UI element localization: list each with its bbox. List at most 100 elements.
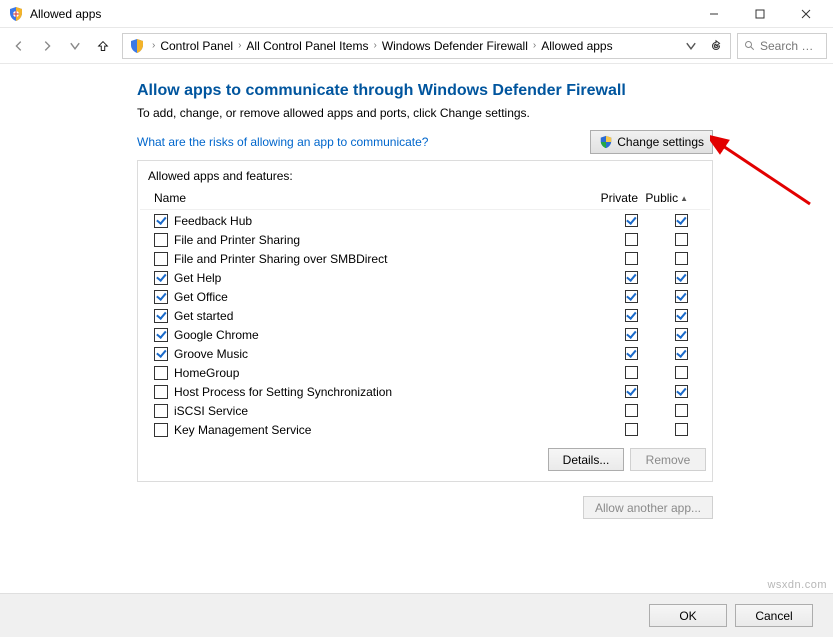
table-row[interactable]: Feedback Hub <box>140 211 710 230</box>
row-private-checkbox[interactable] <box>625 404 638 417</box>
group-label: Allowed apps and features: <box>140 163 710 187</box>
row-name: Get started <box>174 309 606 323</box>
title-bar: Allowed apps <box>0 0 833 28</box>
page-subtext: To add, change, or remove allowed apps a… <box>137 106 833 120</box>
row-private-checkbox[interactable] <box>625 385 638 398</box>
location-icon <box>129 38 145 54</box>
row-public-checkbox[interactable] <box>675 290 688 303</box>
search-input[interactable]: Search Co... <box>737 33 827 59</box>
row-private-checkbox[interactable] <box>625 290 638 303</box>
chevron-right-icon[interactable]: › <box>370 40 379 51</box>
row-private-checkbox[interactable] <box>625 347 638 360</box>
row-public-checkbox[interactable] <box>675 271 688 284</box>
row-public-checkbox[interactable] <box>675 404 688 417</box>
table-row[interactable]: Host Process for Setting Synchronization <box>140 382 710 401</box>
remove-button[interactable]: Remove <box>630 448 706 471</box>
ok-button[interactable]: OK <box>649 604 727 627</box>
chevron-right-icon[interactable]: › <box>530 40 539 51</box>
row-name: Host Process for Setting Synchronization <box>174 385 606 399</box>
row-enable-checkbox[interactable] <box>154 271 168 285</box>
search-icon <box>744 40 756 52</box>
table-row[interactable]: Get started <box>140 306 710 325</box>
forward-button[interactable] <box>34 33 60 59</box>
row-enable-checkbox[interactable] <box>154 366 168 380</box>
column-public[interactable]: Public▲ <box>638 191 688 205</box>
search-placeholder: Search Co... <box>760 39 820 53</box>
minimize-button[interactable] <box>691 0 737 28</box>
address-bar[interactable]: › Control Panel › All Control Panel Item… <box>122 33 731 59</box>
refresh-button[interactable] <box>704 34 728 58</box>
row-enable-checkbox[interactable] <box>154 423 168 437</box>
row-enable-checkbox[interactable] <box>154 347 168 361</box>
allowed-apps-group: Allowed apps and features: Name Private … <box>137 160 713 482</box>
row-private-checkbox[interactable] <box>625 309 638 322</box>
column-name[interactable]: Name <box>154 191 588 205</box>
app-icon <box>8 6 24 22</box>
row-enable-checkbox[interactable] <box>154 328 168 342</box>
row-private-checkbox[interactable] <box>625 423 638 436</box>
details-button[interactable]: Details... <box>548 448 624 471</box>
table-row[interactable]: File and Printer Sharing over SMBDirect <box>140 249 710 268</box>
breadcrumb[interactable]: Allowed apps <box>539 39 614 53</box>
footer: OK Cancel <box>0 593 833 637</box>
change-settings-button[interactable]: Change settings <box>590 130 713 154</box>
table-row[interactable]: Groove Music <box>140 344 710 363</box>
row-name: HomeGroup <box>174 366 606 380</box>
row-public-checkbox[interactable] <box>675 309 688 322</box>
back-button[interactable] <box>6 33 32 59</box>
row-private-checkbox[interactable] <box>625 271 638 284</box>
row-enable-checkbox[interactable] <box>154 385 168 399</box>
column-private[interactable]: Private <box>588 191 638 205</box>
row-enable-checkbox[interactable] <box>154 404 168 418</box>
breadcrumb[interactable]: All Control Panel Items <box>244 39 370 53</box>
row-private-checkbox[interactable] <box>625 233 638 246</box>
row-public-checkbox[interactable] <box>675 385 688 398</box>
row-public-checkbox[interactable] <box>675 423 688 436</box>
recent-dropdown[interactable] <box>62 33 88 59</box>
table-row[interactable]: Get Office <box>140 287 710 306</box>
allow-another-app-button[interactable]: Allow another app... <box>583 496 713 519</box>
breadcrumb[interactable]: Control Panel <box>158 39 235 53</box>
row-name: File and Printer Sharing over SMBDirect <box>174 252 606 266</box>
row-public-checkbox[interactable] <box>675 347 688 360</box>
row-enable-checkbox[interactable] <box>154 290 168 304</box>
row-enable-checkbox[interactable] <box>154 214 168 228</box>
history-dropdown[interactable] <box>678 33 704 59</box>
maximize-button[interactable] <box>737 0 783 28</box>
up-button[interactable] <box>90 33 116 59</box>
row-enable-checkbox[interactable] <box>154 252 168 266</box>
row-private-checkbox[interactable] <box>625 214 638 227</box>
row-enable-checkbox[interactable] <box>154 233 168 247</box>
row-name: Groove Music <box>174 347 606 361</box>
row-name: Get Office <box>174 290 606 304</box>
table-row[interactable]: Get Help <box>140 268 710 287</box>
chevron-right-icon[interactable]: › <box>149 40 158 51</box>
table-row[interactable]: iSCSI Service <box>140 401 710 420</box>
table-row[interactable]: HomeGroup <box>140 363 710 382</box>
row-name: File and Printer Sharing <box>174 233 606 247</box>
row-public-checkbox[interactable] <box>675 252 688 265</box>
row-name: Get Help <box>174 271 606 285</box>
list-header: Name Private Public▲ <box>140 187 710 210</box>
table-row[interactable]: Google Chrome <box>140 325 710 344</box>
cancel-button[interactable]: Cancel <box>735 604 813 627</box>
app-list[interactable]: Feedback Hub File and Printer Sharing File… <box>140 210 710 438</box>
table-row[interactable]: Key Management Service <box>140 420 710 438</box>
chevron-right-icon[interactable]: › <box>235 40 244 51</box>
row-public-checkbox[interactable] <box>675 366 688 379</box>
row-private-checkbox[interactable] <box>625 366 638 379</box>
change-settings-label: Change settings <box>617 135 704 149</box>
breadcrumb[interactable]: Windows Defender Firewall <box>380 39 530 53</box>
row-name: iSCSI Service <box>174 404 606 418</box>
table-row[interactable]: File and Printer Sharing <box>140 230 710 249</box>
row-enable-checkbox[interactable] <box>154 309 168 323</box>
nav-bar: › Control Panel › All Control Panel Item… <box>0 28 833 64</box>
row-public-checkbox[interactable] <box>675 328 688 341</box>
close-button[interactable] <box>783 0 829 28</box>
uac-shield-icon <box>599 135 613 149</box>
row-private-checkbox[interactable] <box>625 252 638 265</box>
row-private-checkbox[interactable] <box>625 328 638 341</box>
row-public-checkbox[interactable] <box>675 214 688 227</box>
risks-link[interactable]: What are the risks of allowing an app to… <box>137 135 428 149</box>
row-public-checkbox[interactable] <box>675 233 688 246</box>
